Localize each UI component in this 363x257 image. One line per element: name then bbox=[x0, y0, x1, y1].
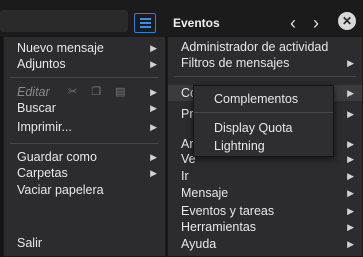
chevron-right-icon: ▶ bbox=[347, 188, 354, 198]
chevron-right-icon: ▶ bbox=[347, 222, 354, 232]
back-arrow-icon[interactable]: ‹ bbox=[290, 12, 296, 34]
menu-item-imprimir[interactable]: Imprimir... ▶ bbox=[4, 119, 165, 135]
chevron-right-icon: ▶ bbox=[150, 87, 157, 97]
forward-arrow-icon[interactable]: › bbox=[313, 12, 319, 34]
chevron-right-icon: ▶ bbox=[150, 152, 157, 162]
chevron-right-icon: ▶ bbox=[347, 139, 354, 149]
menu-separator bbox=[174, 76, 356, 77]
app-menu-button[interactable] bbox=[134, 13, 156, 33]
addons-submenu: Complementos Display Quota Lightning bbox=[193, 85, 334, 157]
menu-item-editar[interactable]: Editar ✂ ❐ ▤ ▶ bbox=[4, 84, 165, 100]
submenu-item-complementos[interactable]: Complementos bbox=[194, 91, 333, 107]
chevron-right-icon: ▶ bbox=[347, 109, 354, 119]
menu-item-mensaje[interactable]: Mensaje ▶ bbox=[168, 185, 362, 201]
menu-item-administrador-de-actividad[interactable]: Administrador de actividad bbox=[168, 39, 362, 55]
chevron-right-icon: ▶ bbox=[150, 168, 157, 178]
toolbar: Eventos ‹ › ✕ bbox=[0, 0, 363, 36]
chevron-right-icon: ▶ bbox=[347, 239, 354, 249]
menu-separator bbox=[10, 77, 159, 78]
close-icon[interactable]: ✕ bbox=[338, 12, 356, 30]
menu-separator bbox=[10, 143, 159, 144]
hamburger-icon bbox=[139, 18, 151, 20]
menu-item-ayuda[interactable]: Ayuda ▶ bbox=[168, 236, 362, 252]
paste-icon: ▤ bbox=[115, 86, 126, 98]
chevron-right-icon: ▶ bbox=[150, 59, 157, 69]
menu-item-guardar-como[interactable]: Guardar como ▶ bbox=[4, 149, 165, 165]
menu-item-adjuntos[interactable]: Adjuntos ▶ bbox=[4, 56, 165, 72]
submenu-item-lightning[interactable]: Lightning bbox=[194, 138, 333, 154]
menu-item-ir[interactable]: Ir ▶ bbox=[168, 168, 362, 184]
app-menu: Nuevo mensaje ▶ Adjuntos ▶ Editar ✂ ❐ ▤ … bbox=[3, 36, 166, 257]
submenu-item-display-quota[interactable]: Display Quota bbox=[194, 120, 333, 136]
menu-separator bbox=[194, 112, 333, 113]
chevron-right-icon: ▶ bbox=[347, 88, 354, 98]
menu-item-buscar[interactable]: Buscar ▶ bbox=[4, 100, 165, 116]
chevron-right-icon: ▶ bbox=[347, 154, 354, 164]
chevron-right-icon: ▶ bbox=[150, 43, 157, 53]
chevron-right-icon: ▶ bbox=[347, 206, 354, 216]
copy-icon: ❐ bbox=[91, 86, 102, 98]
menu-item-nuevo-mensaje[interactable]: Nuevo mensaje ▶ bbox=[4, 40, 165, 56]
chevron-right-icon: ▶ bbox=[150, 122, 157, 132]
window-title: Eventos bbox=[173, 16, 220, 30]
scissors-icon: ✂ bbox=[68, 86, 78, 98]
chevron-right-icon: ▶ bbox=[150, 103, 157, 113]
search-field-background bbox=[0, 10, 128, 32]
menu-item-vaciar-papelera[interactable]: Vaciar papelera bbox=[4, 182, 165, 198]
chevron-right-icon: ▶ bbox=[347, 171, 354, 181]
chevron-right-icon: ▶ bbox=[347, 58, 354, 68]
menu-item-carpetas[interactable]: Carpetas ▶ bbox=[4, 165, 165, 181]
menu-item-filtros-de-mensajes[interactable]: Filtros de mensajes ▶ bbox=[168, 55, 362, 71]
menu-item-salir[interactable]: Salir bbox=[4, 235, 165, 251]
menu-item-eventos-y-tareas[interactable]: Eventos y tareas ▶ bbox=[168, 203, 362, 219]
menu-item-herramientas[interactable]: Herramientas ▶ bbox=[168, 219, 362, 235]
